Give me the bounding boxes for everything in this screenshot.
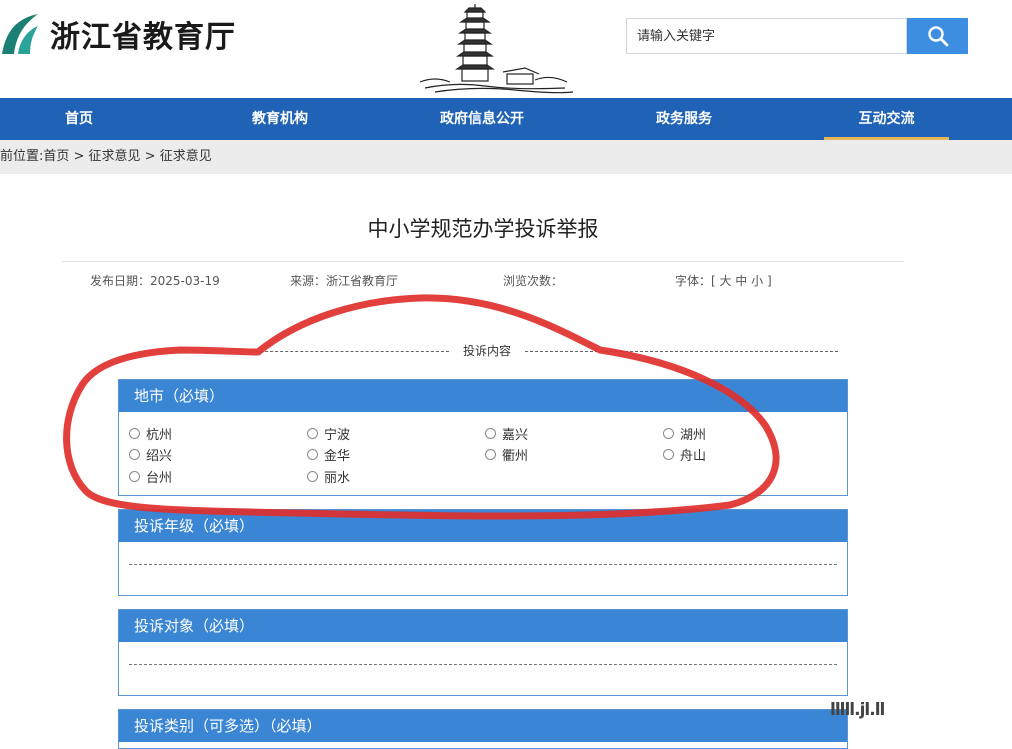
category-heading: 投诉类别（可多选）（必填） [119,710,847,742]
main-nav: 首页 教育机构 政府信息公开 政务服务 互动交流 [0,98,1012,140]
category-panel: 投诉类别（可多选）（必填） [118,709,848,749]
city-option-jiaxing[interactable]: 嘉兴 [485,424,528,443]
city-option-label: 宁波 [324,428,351,443]
search-icon [927,26,948,47]
city-panel: 地市（必填） 杭州 宁波 嘉兴 湖州 绍兴 金华 衢州 舟山 台州 丽水 [118,379,848,496]
target-panel: 投诉对象（必填） [118,609,848,696]
watermark: lllll.jl.ll [830,700,885,720]
pagoda-illustration [419,4,574,94]
radio-icon[interactable] [129,471,140,482]
radio-icon[interactable] [663,428,674,439]
nav-gov-info[interactable]: 政府信息公开 [428,98,536,140]
view-count: 浏览次数： [503,274,564,288]
publish-date: 发布日期：2025-03-19 [90,274,220,288]
nav-interaction[interactable]: 互动交流 [824,98,949,140]
city-option-jinhua[interactable]: 金华 [307,445,350,464]
radio-icon[interactable] [485,428,496,439]
target-heading: 投诉对象（必填） [119,610,847,642]
breadcrumb: 前位置:首页 > 征求意见 > 征求意见 [0,140,1012,174]
city-option-label: 台州 [146,471,173,486]
logo-icon [2,14,38,54]
grade-options-area[interactable] [129,564,837,565]
page-title: 中小学规范办学投诉举报 [367,217,599,241]
font-size-control[interactable]: 字体：[ 大 中 小 ] [675,272,772,289]
radio-icon[interactable] [663,449,674,460]
search-input[interactable] [626,18,907,54]
city-option-shaoxing[interactable]: 绍兴 [129,445,172,464]
city-option-label: 湖州 [680,428,707,443]
city-option-label: 衢州 [502,449,529,464]
site-header: 浙江省教育厅 [0,0,1012,98]
grade-panel: 投诉年级（必填） [118,509,848,596]
section-label: 投诉内容 [449,342,525,359]
nav-services[interactable]: 政务服务 [634,98,734,140]
radio-icon[interactable] [307,449,318,460]
radio-icon[interactable] [485,449,496,460]
title-divider [62,261,904,262]
city-option-quzhou[interactable]: 衢州 [485,445,528,464]
city-option-zhoushan[interactable]: 舟山 [663,445,706,464]
radio-icon[interactable] [129,449,140,460]
source: 来源：浙江省教育厅 [290,274,399,288]
city-option-label: 绍兴 [146,449,173,464]
city-option-label: 丽水 [324,471,351,486]
city-option-ningbo[interactable]: 宁波 [307,424,350,443]
nav-home[interactable]: 首页 [30,98,128,140]
radio-icon[interactable] [129,428,140,439]
site-title[interactable]: 浙江省教育厅 [50,12,236,56]
city-option-label: 杭州 [146,428,173,443]
city-option-taizhou[interactable]: 台州 [129,467,172,486]
grade-heading: 投诉年级（必填） [119,510,847,542]
city-option-lishui[interactable]: 丽水 [307,467,350,486]
city-option-label: 舟山 [680,449,707,464]
search-button[interactable] [907,18,968,54]
city-option-label: 嘉兴 [502,428,529,443]
radio-icon[interactable] [307,428,318,439]
city-option-label: 金华 [324,449,351,464]
radio-icon[interactable] [307,471,318,482]
city-option-huzhou[interactable]: 湖州 [663,424,706,443]
city-heading: 地市（必填） [119,380,847,412]
section-divider-right [525,351,838,352]
city-option-hangzhou[interactable]: 杭州 [129,424,172,443]
nav-institutions[interactable]: 教育机构 [230,98,330,140]
target-options-area[interactable] [129,664,837,665]
section-divider-left [255,351,449,352]
